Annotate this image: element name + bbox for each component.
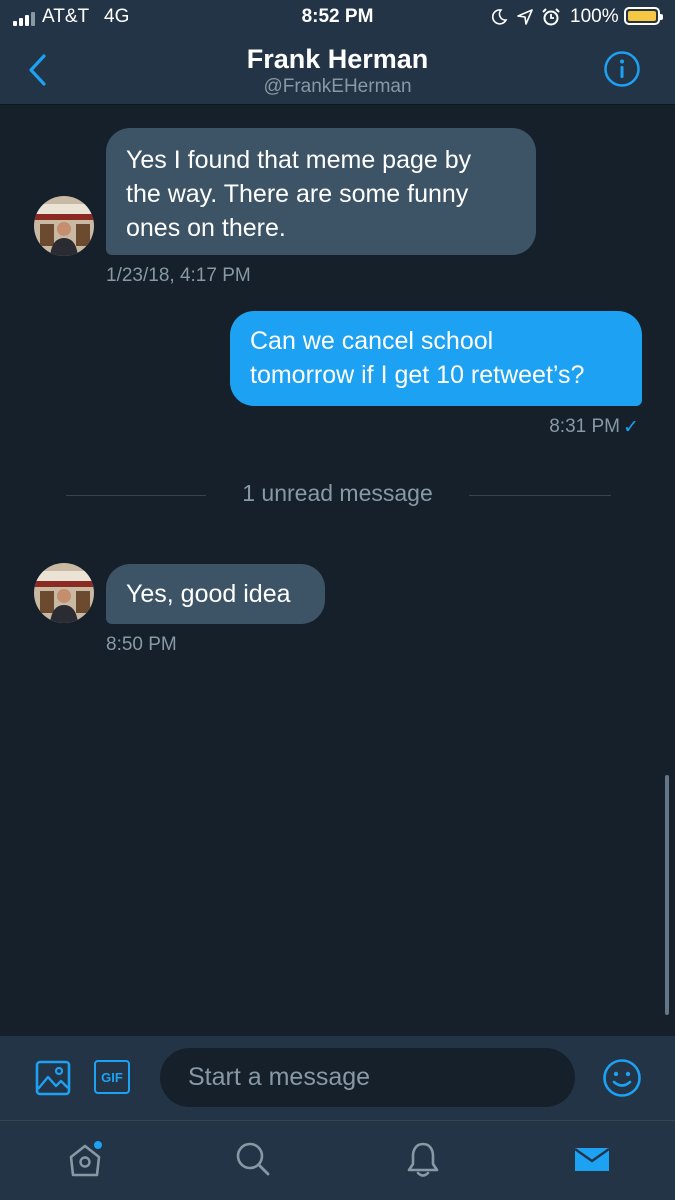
message-timestamp: 1/23/18, 4:17 PM	[106, 265, 251, 286]
status-bar: AT&T 4G 8:52 PM 100%	[0, 0, 675, 36]
avatar[interactable]	[34, 196, 94, 256]
message-bubble-outgoing[interactable]: Can we cancel school tomorrow if I get 1…	[230, 311, 642, 406]
conversation-title[interactable]: Frank Herman	[0, 44, 675, 75]
tab-home[interactable]	[55, 1129, 115, 1189]
unread-divider-label: 1 unread message	[242, 480, 433, 506]
message-text: Can we cancel school	[250, 327, 494, 355]
image-icon[interactable]	[35, 1060, 71, 1096]
battery-icon	[624, 7, 663, 25]
tab-messages[interactable]	[562, 1129, 622, 1189]
conversation-header: Frank Herman @FrankEHerman	[0, 36, 675, 105]
message-timestamp: 8:31 PM	[549, 416, 620, 437]
message-text: Yes, good idea	[126, 580, 291, 608]
battery-percent: 100%	[570, 6, 619, 27]
gif-label: GIF	[101, 1069, 123, 1085]
message-text: ones on there.	[126, 214, 286, 242]
notification-dot	[94, 1141, 102, 1149]
alarm-icon	[542, 8, 560, 26]
tab-search[interactable]	[223, 1129, 283, 1189]
gif-icon[interactable]: GIF	[94, 1060, 130, 1094]
home-icon	[69, 1141, 102, 1177]
info-icon[interactable]	[603, 50, 641, 88]
message-input[interactable]	[160, 1048, 575, 1107]
location-icon	[517, 9, 533, 25]
message-bubble-incoming[interactable]: Yes I found that meme page by the way. T…	[106, 128, 536, 255]
avatar-photo	[34, 563, 94, 623]
search-icon	[236, 1142, 270, 1176]
envelope-icon	[574, 1148, 610, 1171]
moon-icon	[491, 9, 508, 25]
divider-line	[469, 495, 611, 496]
avatar[interactable]	[34, 563, 94, 623]
avatar-photo	[34, 196, 94, 256]
bell-icon	[407, 1142, 439, 1177]
message-text: tomorrow if I get 10 retweet’s?	[250, 361, 585, 389]
scroll-indicator[interactable]	[665, 775, 669, 1015]
tab-notifications[interactable]	[393, 1129, 453, 1189]
divider-line	[66, 495, 206, 496]
message-timestamp: 8:50 PM	[106, 634, 177, 655]
message-text: Yes I found that meme page by	[126, 146, 472, 174]
tab-bar	[0, 1120, 675, 1200]
message-bubble-incoming[interactable]: Yes, good idea	[106, 564, 325, 624]
message-text: the way. There are some funny	[126, 180, 469, 208]
emoji-icon[interactable]	[602, 1058, 642, 1098]
sent-check-icon: ✓	[623, 417, 639, 438]
conversation-handle[interactable]: @FrankEHerman	[0, 76, 675, 98]
